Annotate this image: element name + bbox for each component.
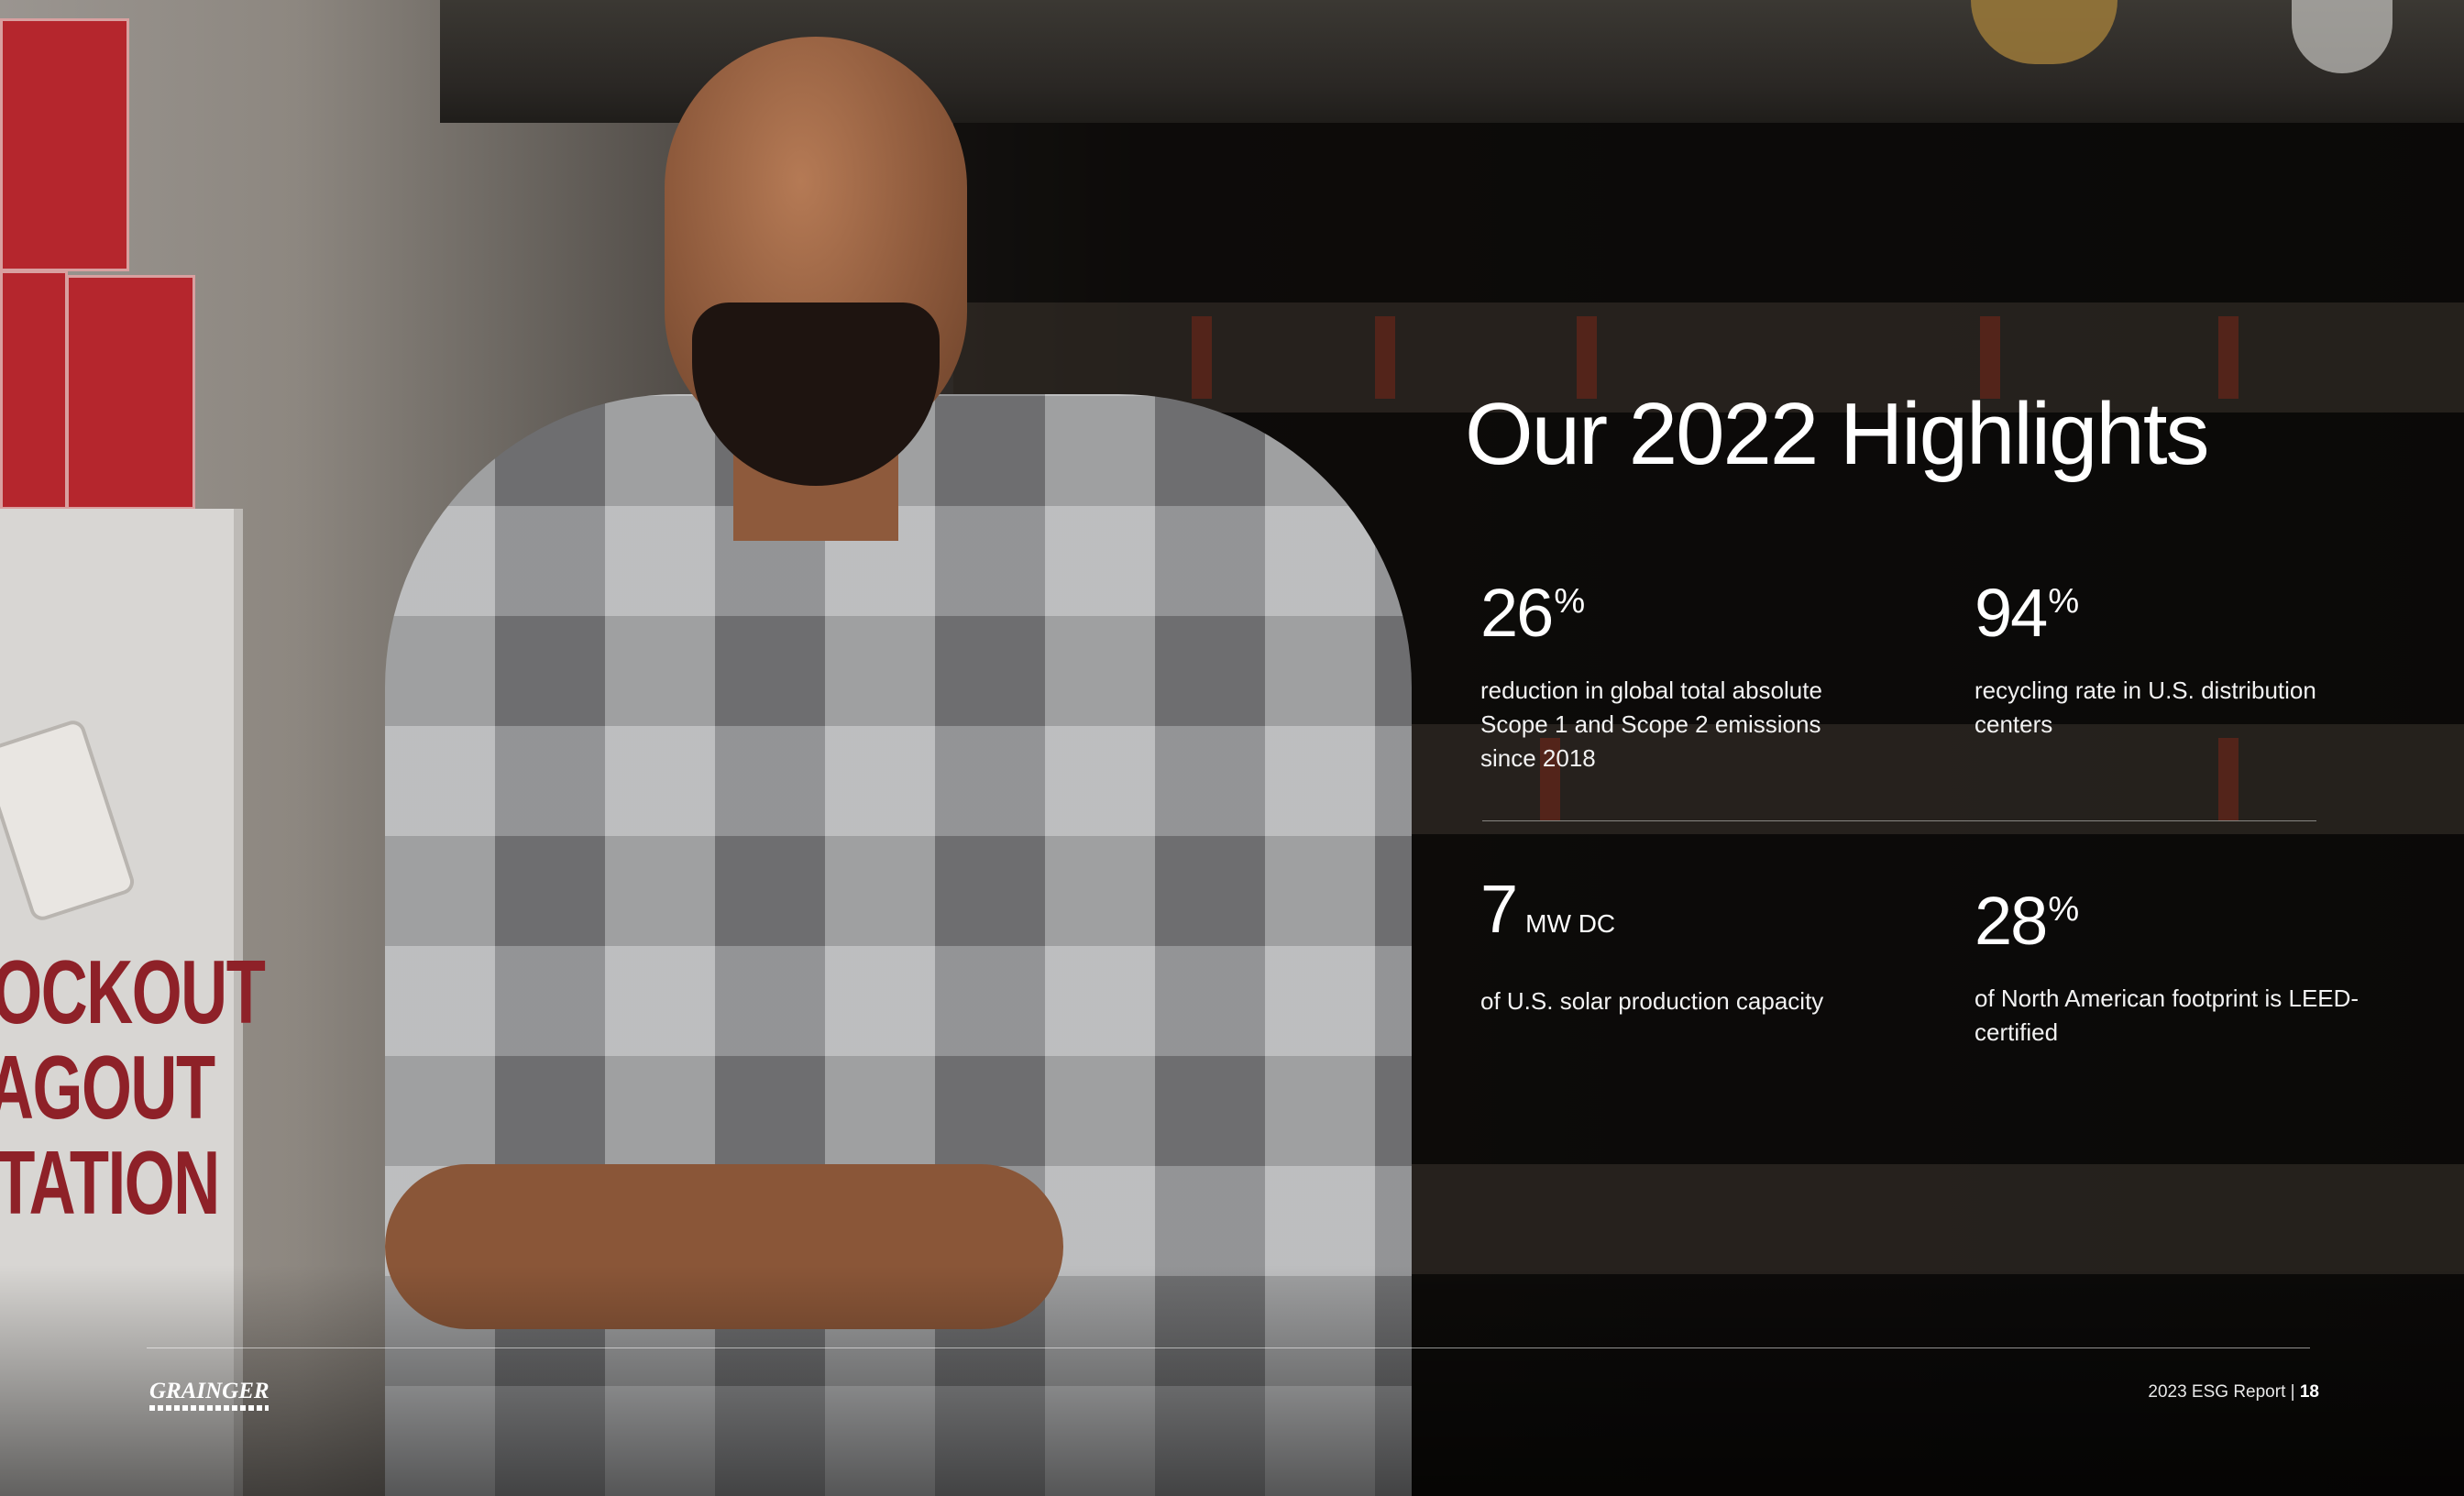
- logo-wordmark: GRAINGER: [149, 1379, 270, 1403]
- divider: [1482, 820, 2316, 821]
- stat-suffix: %: [1554, 582, 1586, 621]
- stat-description: reduction in global total absolute Scope…: [1480, 676, 1822, 772]
- page-title: Our 2022 Highlights: [1465, 385, 2209, 483]
- stat-value: 26%: [1480, 565, 1865, 650]
- stat-value: 7 MW DC: [1480, 873, 1865, 961]
- bottom-fade: [0, 1265, 2464, 1496]
- logo-underline: [149, 1405, 269, 1411]
- sign-line: LOCKOUT: [0, 944, 266, 1040]
- stat-suffix: %: [2048, 582, 2080, 621]
- stat-solar-capacity: 7 MW DC of U.S. solar production capacity: [1480, 873, 1865, 1018]
- stat-number: 94: [1974, 575, 2048, 651]
- grainger-logo: GRAINGER: [149, 1380, 273, 1413]
- red-lockout-box: [0, 270, 68, 510]
- stat-emissions-reduction: 26% reduction in global total absolute S…: [1480, 565, 1865, 776]
- stat-number: 28: [1974, 883, 2048, 959]
- sign-line: STATION: [0, 1132, 220, 1233]
- shelf-label: [2218, 316, 2238, 399]
- background-photo: LOCKOUT TAGOUT STATION: [0, 0, 2464, 1496]
- stat-number: 7: [1480, 871, 1518, 947]
- stat-value: 28%: [1974, 873, 2360, 958]
- stat-description: of North American footprint is LEED-cert…: [1974, 984, 2360, 1046]
- stat-description: recycling rate in U.S. distribution cent…: [1974, 676, 2316, 738]
- page-number: 18: [2299, 1382, 2319, 1402]
- shelf-label: [2218, 738, 2238, 820]
- stat-leed-certified: 28% of North American footprint is LEED-…: [1974, 873, 2360, 1050]
- red-lockout-box: [66, 275, 195, 510]
- stat-unit: MW DC: [1525, 909, 1616, 938]
- stat-value: 94%: [1974, 565, 2360, 650]
- report-label: 2023 ESG Report |: [2148, 1382, 2295, 1402]
- footer-report-info: 2023 ESG Report | 18: [2148, 1382, 2319, 1402]
- red-lockout-box: [0, 18, 129, 271]
- stat-suffix: %: [2048, 890, 2080, 929]
- stat-description: of U.S. solar production capacity: [1480, 987, 1824, 1015]
- stat-number: 26: [1480, 575, 1554, 651]
- sign-line: TAGOUT: [0, 1037, 215, 1138]
- stat-recycling-rate: 94% recycling rate in U.S. distribution …: [1974, 565, 2360, 742]
- lockout-sign: LOCKOUT TAGOUT STATION: [0, 944, 266, 1233]
